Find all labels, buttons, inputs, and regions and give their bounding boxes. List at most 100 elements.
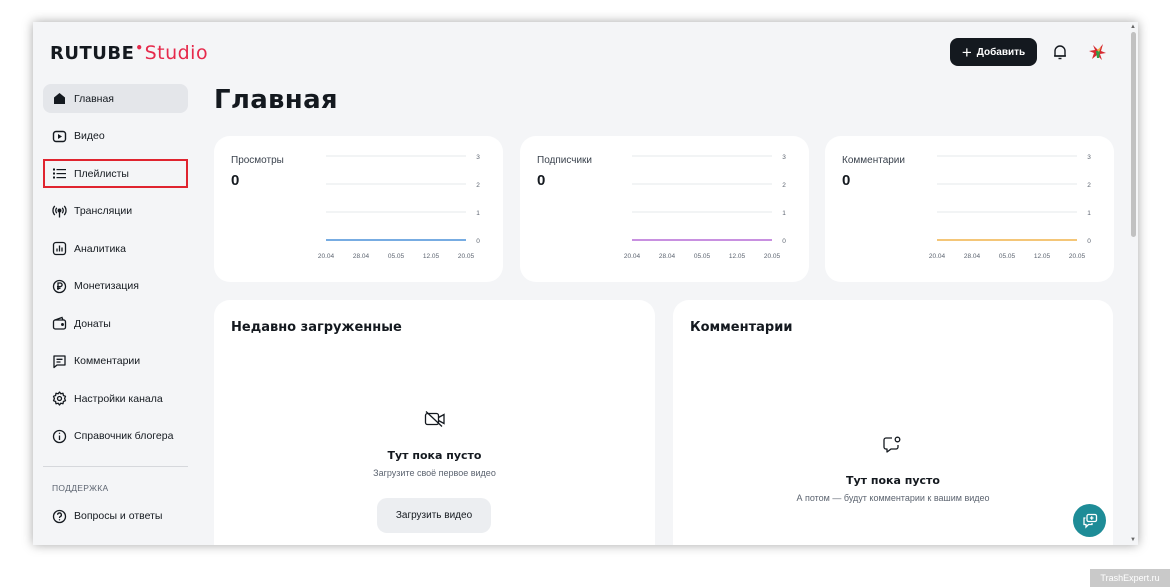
stat-card-views[interactable]: Просмотры 0 3 2 1 0 20.04 28.04 05.05 12.05 20.0… (214, 136, 503, 282)
empty-title: Тут пока пусто (846, 474, 940, 487)
support-chat-button[interactable] (1073, 504, 1106, 537)
y-tick-label: 0 (782, 238, 786, 245)
video-off-icon (424, 411, 445, 427)
sidebar-item-comments[interactable]: Комментарии (43, 347, 188, 376)
scrollbar[interactable]: ▲ ▼ (1128, 22, 1138, 545)
x-tick-label: 12.05 (729, 253, 746, 260)
sidebar-item-label: Комментарии (74, 355, 141, 367)
y-tick-label: 2 (476, 182, 480, 189)
panel-title: Комментарии (690, 320, 793, 335)
y-tick-label: 3 (1087, 154, 1091, 161)
empty-subtitle: А потом — будут комментарии к вашим виде… (796, 493, 990, 503)
sidebar-item-faq[interactable]: Вопросы и ответы (43, 502, 188, 531)
stat-card-comments[interactable]: Комментарии 0 3 2 1 0 20.04 28.04 05.05 12.05 20… (825, 136, 1114, 282)
x-tick-label: 20.05 (764, 253, 781, 260)
sidebar-item-analytics[interactable]: Аналитика (43, 234, 188, 263)
sidebar-item-label: Аналитика (74, 242, 126, 255)
info-icon (52, 429, 67, 443)
sidebar-item-donations[interactable]: Донаты (43, 309, 188, 338)
y-tick-label: 2 (782, 182, 786, 189)
x-tick-label: 12.05 (423, 253, 440, 260)
y-tick-label: 2 (1087, 182, 1091, 189)
panel-title: Недавно загруженные (231, 320, 402, 335)
question-icon (52, 509, 67, 523)
x-tick-label: 28.04 (964, 253, 981, 260)
logo-main-text: RUTUBE (50, 43, 135, 64)
page-title: Главная (214, 85, 338, 115)
y-tick-label: 3 (476, 154, 480, 161)
logo-studio-text: Studio (144, 42, 209, 64)
app-window: RUTUBE • Studio + Добавить ▲ ▼ Главная Вид… (33, 22, 1138, 545)
sidebar-item-home[interactable]: Главная (43, 84, 188, 113)
stat-value: 0 (231, 172, 240, 189)
chat-icon (1082, 513, 1097, 529)
y-tick-label: 0 (1087, 238, 1091, 245)
sidebar-item-label: Вопросы и ответы (74, 510, 163, 522)
analytics-icon (52, 241, 67, 256)
rutube-studio-logo[interactable]: RUTUBE • Studio (50, 41, 209, 64)
x-tick-label: 05.05 (999, 253, 1016, 260)
comments-empty-state: Тут пока пусто А потом — будут комментар… (673, 474, 1113, 503)
empty-subtitle: Загрузите своё первое видео (373, 468, 496, 478)
sidebar-item-channel-settings[interactable]: Настройки канала (43, 384, 188, 413)
plus-icon: + (961, 42, 972, 62)
sidebar-item-label: Справочник блогера (74, 430, 174, 442)
sidebar-item-playlists[interactable]: Плейлисты (43, 159, 188, 188)
stat-label: Комментарии (842, 155, 905, 166)
subscribers-chart: 3 2 1 0 20.04 28.04 05.05 12.05 20.05 (624, 154, 786, 260)
support-caption: ПОДДЕРЖКА (52, 482, 109, 493)
logo-dot: • (135, 41, 144, 55)
add-button[interactable]: + Добавить (950, 38, 1037, 66)
play-icon (52, 130, 67, 142)
y-tick-label: 1 (476, 210, 480, 217)
upload-video-button[interactable]: Загрузить видео (377, 498, 491, 533)
y-tick-label: 1 (1087, 210, 1091, 217)
y-tick-label: 3 (782, 154, 786, 161)
sidebar-item-label: Плейлисты (74, 167, 129, 180)
wallet-icon (52, 316, 67, 330)
x-tick-label: 28.04 (353, 253, 370, 260)
ruble-icon (52, 279, 67, 293)
recent-uploads-panel: Недавно загруженные Тут пока пусто Загру… (214, 300, 655, 545)
sidebar-item-label: Трансляции (74, 205, 133, 217)
sidebar-item-monetization[interactable]: Монетизация (43, 272, 188, 301)
comments-panel: Комментарии Тут пока пусто А потом — буд… (673, 300, 1113, 545)
stat-card-subscribers[interactable]: Подписчики 0 3 2 1 0 20.04 28.04 05.05 12.05 20.… (520, 136, 809, 282)
y-tick-label: 0 (476, 238, 480, 245)
sidebar-item-video[interactable]: Видео (43, 122, 188, 151)
scroll-down-icon[interactable]: ▼ (1130, 537, 1136, 543)
x-tick-label: 05.05 (694, 253, 711, 260)
empty-title: Тут пока пусто (387, 449, 482, 462)
sidebar: Главная Видео Плейлисты Трансляции Анали… (43, 84, 188, 539)
scrollbar-thumb[interactable] (1131, 32, 1136, 237)
list-icon (53, 168, 66, 179)
sidebar-item-broadcasts[interactable]: Трансляции (43, 197, 188, 226)
x-tick-label: 20.05 (458, 253, 475, 260)
x-tick-label: 20.04 (929, 253, 946, 260)
x-tick-label: 05.05 (388, 253, 405, 260)
comment-bubble-icon (883, 436, 901, 453)
views-chart: 3 2 1 0 20.04 28.04 05.05 12.05 20.05 (318, 154, 480, 260)
bell-icon[interactable] (1051, 43, 1069, 61)
home-icon (54, 93, 65, 104)
sidebar-item-label: Монетизация (74, 280, 139, 292)
scroll-up-icon[interactable]: ▲ (1130, 24, 1136, 30)
watermark: TrashExpert.ru (1090, 569, 1170, 587)
y-tick-label: 1 (782, 210, 786, 217)
recent-empty-state: Тут пока пусто Загрузите своё первое вид… (214, 449, 655, 478)
stat-label: Просмотры (231, 155, 284, 166)
avatar[interactable] (1087, 41, 1109, 63)
x-tick-label: 20.05 (1069, 253, 1086, 260)
stat-value: 0 (537, 172, 546, 189)
gear-icon (52, 391, 67, 406)
sidebar-item-label: Видео (74, 130, 105, 142)
add-button-label: Добавить (976, 46, 1026, 58)
sidebar-item-blogger-guide[interactable]: Справочник блогера (43, 422, 188, 451)
stat-label: Подписчики (537, 155, 593, 166)
broadcast-icon (52, 205, 67, 217)
sidebar-item-label: Настройки канала (74, 392, 163, 405)
sidebar-item-label: Главная (74, 92, 114, 105)
x-tick-label: 12.05 (1034, 253, 1051, 260)
sidebar-divider (43, 465, 188, 467)
x-tick-label: 20.04 (624, 253, 641, 260)
